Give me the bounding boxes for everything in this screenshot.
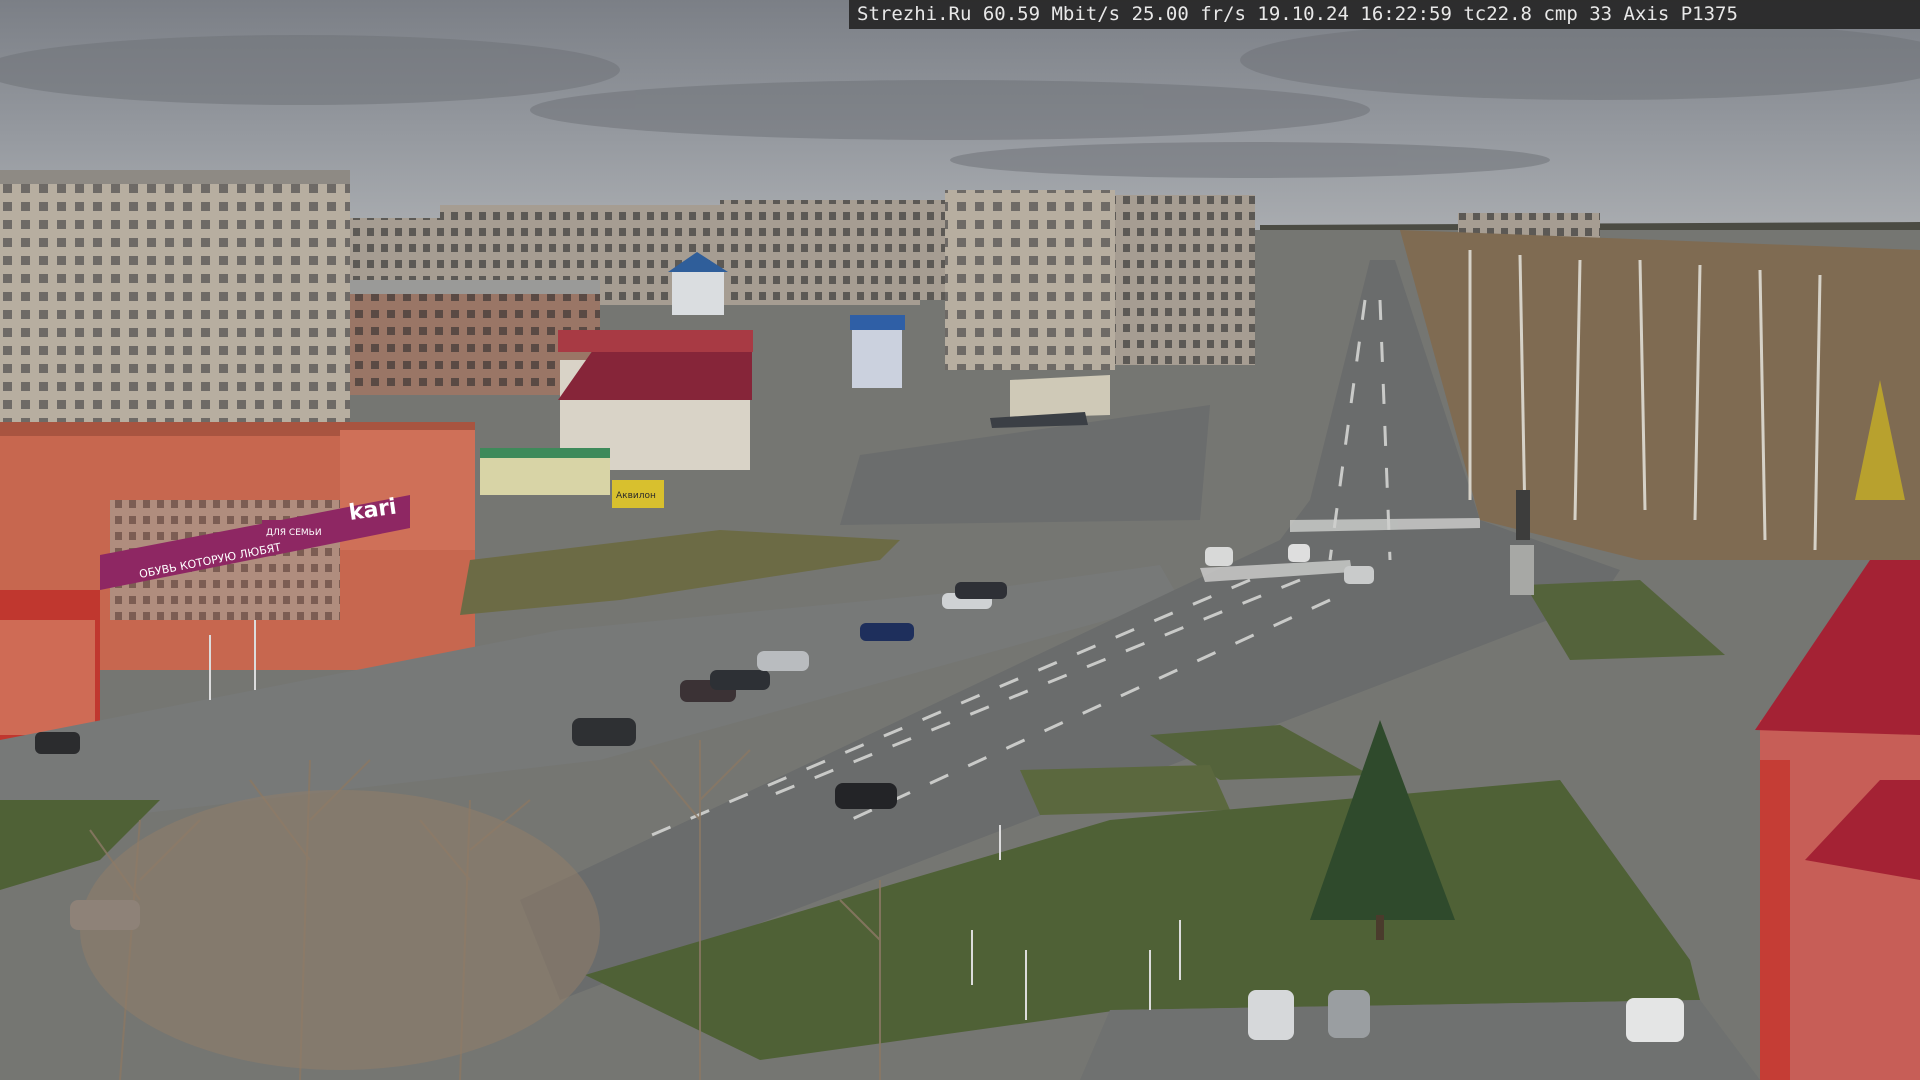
osd-camera-model: Axis P1375 [1623,3,1738,25]
roof-grey [350,280,600,294]
osd-source: Strezhi.Ru [857,3,972,25]
monument-pedestal [1510,545,1534,595]
shop-green-roof-top [480,448,610,458]
osd-time: 16:22:59 [1360,3,1452,25]
blue-building-roof [850,315,905,330]
apartment-block-mid [720,200,950,300]
camera-osd-overlay: Strezhi.Ru 60.59 Mbit/s 25.00 fr/s 19.10… [849,0,1920,29]
apartment-block-tower [1115,195,1255,365]
monument-statue [1516,490,1530,540]
osd-cmp: cmp 33 [1543,3,1613,25]
right-tree-belt [1400,230,1920,560]
kari-small-sign-text: ДЛЯ СЕМЬИ [266,528,322,538]
akvilon-label: Аквилон [616,491,656,501]
webcam-frame: Аквилон kari ОБУВЬ КОТОРУЮ ЛЮБЯТ ДЛЯ СЕМ… [0,0,1920,1080]
right-sign-pillar [1760,760,1790,1080]
red-annex-lower [0,620,95,735]
osd-tc: tc22.8 [1463,3,1532,25]
small-building-plaza [1010,375,1110,418]
osd-bitrate: 60.59 Mbit/s [982,3,1121,25]
apartment-roof [0,170,350,184]
median-lawn-long [1020,765,1230,815]
spruce-trunk [1376,915,1384,940]
apartment-block-tower [945,190,1115,370]
shop-green-roof [480,455,610,495]
tree-canopy [80,790,600,1070]
osd-framerate: 25.00 fr/s [1131,3,1246,25]
tower-white [672,270,724,315]
osd-date: 19.10.24 [1257,3,1349,25]
red-roof-band [558,330,753,352]
